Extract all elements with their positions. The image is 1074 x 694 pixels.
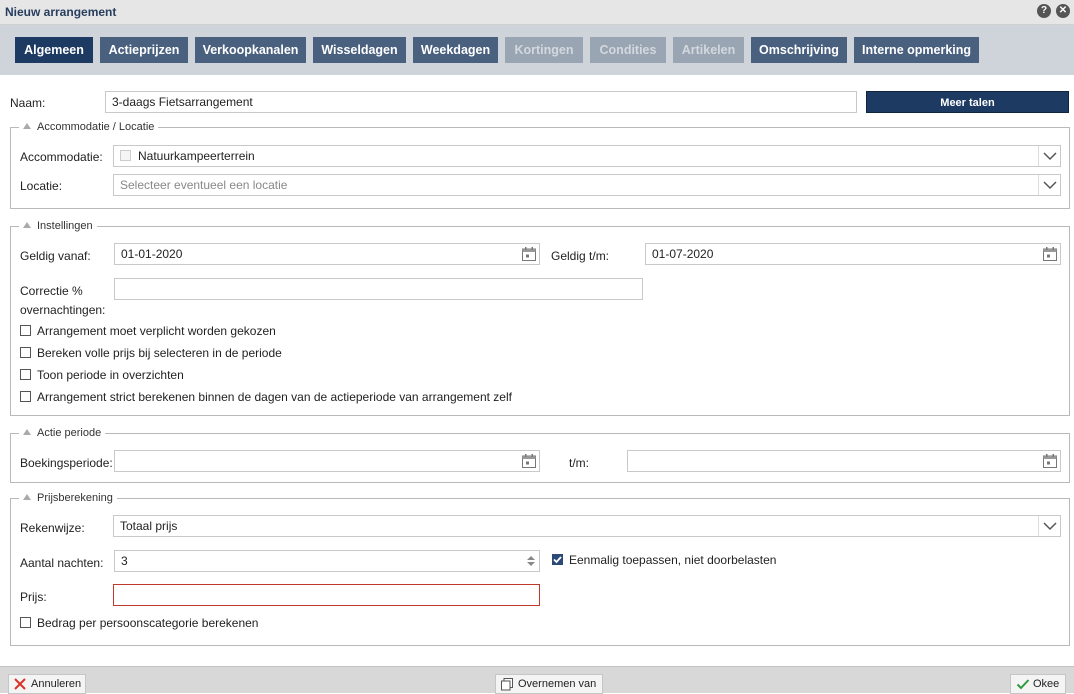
- locatie-select-placeholder: Selecteer eventueel een locatie: [120, 178, 288, 192]
- strict-berekenen-checkbox-label: Arrangement strict berekenen binnen de d…: [37, 390, 512, 404]
- aantal-nachten-label: Aantal nachten:: [20, 556, 104, 570]
- volle-prijs-checkbox[interactable]: [20, 347, 31, 358]
- bedrag-checkbox-label: Bedrag per persoonscategorie berekenen: [37, 616, 259, 630]
- calendar-icon[interactable]: [521, 453, 537, 469]
- locatie-label: Locatie:: [20, 179, 63, 193]
- calendar-icon[interactable]: [1042, 453, 1058, 469]
- actie-tm-label: t/m:: [569, 456, 589, 470]
- naam-input[interactable]: 3-daags Fietsarrangement: [105, 91, 857, 113]
- boekingsperiode-input[interactable]: [114, 450, 540, 472]
- actie-tm-input[interactable]: [627, 450, 1061, 472]
- help-icon[interactable]: ?: [1037, 4, 1051, 18]
- locatie-select[interactable]: Selecteer eventueel een locatie: [113, 174, 1061, 196]
- cancel-button-label: Annuleren: [31, 678, 82, 690]
- eenmalig-checkbox[interactable]: [552, 554, 563, 565]
- correctie-label-line2: overnachtingen:: [20, 303, 106, 317]
- collapse-triangle-icon: [23, 123, 31, 129]
- volle-prijs-checkbox-label: Bereken volle prijs bij selecteren in de…: [37, 346, 282, 360]
- accommodatie-select[interactable]: Natuurkampeerterrein: [113, 145, 1061, 167]
- tab-bar: Algemeen Actieprijzen Verkoopkanalen Wis…: [0, 25, 1074, 75]
- rekenwijze-label: Rekenwijze:: [20, 521, 85, 535]
- geldig-tm-value: 01-07-2020: [652, 247, 714, 261]
- tab-kortingen: Kortingen: [505, 37, 583, 63]
- chevron-down-icon[interactable]: [1038, 175, 1060, 195]
- toon-periode-checkbox-label: Toon periode in overzichten: [37, 368, 184, 382]
- naam-label: Naam:: [10, 96, 46, 110]
- tab-artikelen: Artikelen: [673, 37, 744, 63]
- rekenwijze-select[interactable]: Totaal prijs: [113, 515, 1061, 537]
- ok-button[interactable]: Okee: [1010, 674, 1066, 694]
- rekenwijze-select-value: Totaal prijs: [120, 519, 178, 533]
- instellingen-legend-label: Instellingen: [37, 220, 93, 232]
- tab-wisseldagen[interactable]: Wisseldagen: [313, 37, 406, 63]
- accommodatie-label: Accommodatie:: [20, 150, 103, 164]
- instellingen-legend[interactable]: Instellingen: [19, 220, 97, 232]
- collapse-triangle-icon: [23, 494, 31, 500]
- ok-button-label: Okee: [1033, 678, 1060, 690]
- toon-periode-checkbox[interactable]: [20, 369, 31, 380]
- verplicht-checkbox-label: Arrangement moet verplicht worden gekoze…: [37, 324, 276, 338]
- actie-periode-legend-label: Actie periode: [37, 427, 102, 439]
- accommodatie-select-value: Natuurkampeerterrein: [138, 149, 255, 163]
- verplicht-checkbox[interactable]: [20, 325, 31, 336]
- chevron-down-icon[interactable]: [1038, 146, 1060, 166]
- geldig-tm-label: Geldig t/m:: [551, 249, 610, 263]
- tab-verkoopkanalen[interactable]: Verkoopkanalen: [195, 37, 306, 63]
- aantal-nachten-stepper[interactable]: 3: [114, 550, 540, 572]
- accommodatie-legend[interactable]: Accommodatie / Locatie: [19, 121, 159, 133]
- footer-bar: Annuleren Overnemen van Okee: [0, 666, 1074, 694]
- accommodatie-image-icon: [120, 150, 131, 161]
- correctie-input[interactable]: [114, 278, 643, 300]
- geldig-vanaf-label: Geldig vanaf:: [20, 249, 91, 263]
- geldig-tm-input[interactable]: 01-07-2020: [645, 243, 1061, 265]
- collapse-triangle-icon: [23, 429, 31, 435]
- chevron-down-icon[interactable]: [1038, 516, 1060, 536]
- tab-weekdagen[interactable]: Weekdagen: [413, 37, 498, 63]
- title-bar: Nieuw arrangement ? ✕: [0, 0, 1074, 25]
- calendar-icon[interactable]: [521, 246, 537, 262]
- tab-interne-opmerking[interactable]: Interne opmerking: [854, 37, 979, 63]
- aantal-nachten-value: 3: [121, 554, 128, 568]
- tab-algemeen[interactable]: Algemeen: [15, 37, 93, 63]
- collapse-triangle-icon: [23, 222, 31, 228]
- actie-periode-legend[interactable]: Actie periode: [19, 427, 106, 439]
- prijs-input[interactable]: [113, 584, 540, 606]
- window-title: Nieuw arrangement: [5, 5, 117, 19]
- bedrag-checkbox[interactable]: [20, 617, 31, 628]
- calendar-icon[interactable]: [1042, 246, 1058, 262]
- prijs-label: Prijs:: [20, 590, 47, 604]
- checkmark-icon: [553, 556, 562, 564]
- prijsberekening-legend-label: Prijsberekening: [37, 492, 113, 504]
- eenmalig-checkbox-label: Eenmalig toepassen, niet doorbelasten: [569, 553, 777, 567]
- close-icon: [14, 678, 26, 690]
- geldig-vanaf-value: 01-01-2020: [121, 247, 183, 261]
- meer-talen-button[interactable]: Meer talen: [866, 91, 1069, 113]
- cancel-button[interactable]: Annuleren: [8, 674, 86, 694]
- boekingsperiode-label: Boekingsperiode:: [20, 456, 113, 470]
- tab-omschrijving[interactable]: Omschrijving: [751, 37, 847, 63]
- correctie-label-line1: Correctie %: [20, 284, 83, 298]
- prijsberekening-legend[interactable]: Prijsberekening: [19, 492, 117, 504]
- tab-condities: Condities: [590, 37, 666, 63]
- spinner-arrows-icon[interactable]: [526, 554, 536, 568]
- checkmark-icon: [1016, 679, 1030, 690]
- geldig-vanaf-input[interactable]: 01-01-2020: [114, 243, 540, 265]
- close-icon[interactable]: ✕: [1056, 4, 1070, 18]
- copy-icon: [501, 678, 513, 691]
- overnemen-button[interactable]: Overnemen van: [495, 674, 603, 694]
- accommodatie-fieldset: Accommodatie / Locatie: [10, 121, 1070, 209]
- overnemen-button-label: Overnemen van: [518, 678, 597, 690]
- tab-actieprijzen[interactable]: Actieprijzen: [100, 37, 188, 63]
- strict-berekenen-checkbox[interactable]: [20, 391, 31, 402]
- accommodatie-legend-label: Accommodatie / Locatie: [37, 121, 155, 133]
